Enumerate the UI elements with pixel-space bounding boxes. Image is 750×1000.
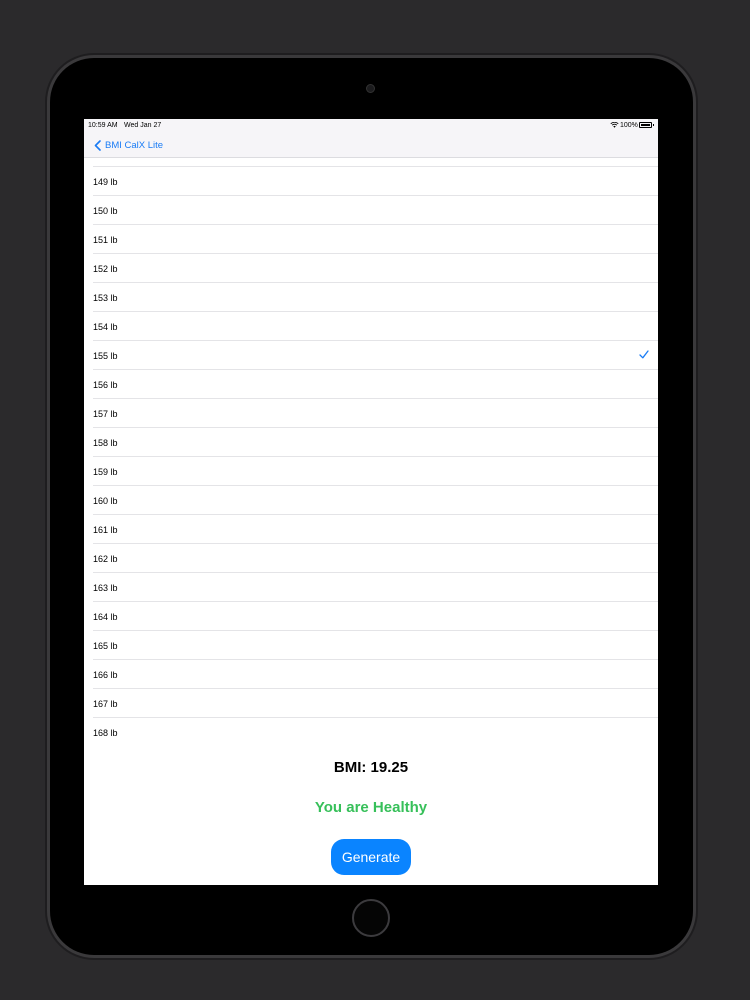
weight-row-label: 157 lb [93,409,118,419]
weight-row-label: 162 lb [93,554,118,564]
battery-percent: 100% [620,122,638,129]
weight-row[interactable]: 164 lb [93,602,658,631]
back-button[interactable]: BMI CalX Lite [94,137,163,153]
weight-row[interactable]: 152 lb [93,254,658,283]
weight-row-label: 152 lb [93,264,118,274]
weight-row[interactable]: 159 lb [93,457,658,486]
weight-row[interactable]: 154 lb [93,312,658,341]
weight-row[interactable]: 168 lb [93,718,658,744]
bmi-value: BMI: 19.25 [333,759,409,776]
weight-row-label: 158 lb [93,438,118,448]
weight-row-label: 168 lb [93,728,118,738]
front-camera [366,84,375,93]
weight-row[interactable]: 151 lb [93,225,658,254]
navigation-bar: BMI CalX Lite [84,132,658,158]
weight-row-label: 163 lb [93,583,118,593]
weight-row-label: 166 lb [93,670,118,680]
weight-list-content: 148 lb 149 lb 150 lb 151 lb 152 lb 153 lb 154 … [84,158,658,744]
home-button[interactable] [352,899,390,937]
weight-row-label: 159 lb [93,467,118,477]
weight-row-label: 161 lb [93,525,118,535]
weight-row[interactable]: 158 lb [93,428,658,457]
app-screen: 10:59 AM Wed Jan 27 100% BMI CalX Lite 1… [84,119,658,885]
weight-row-label: 160 lb [93,496,118,506]
weight-row[interactable]: 150 lb [93,196,658,225]
weight-row[interactable]: 157 lb [93,399,658,428]
chevron-left-icon [94,139,101,151]
weight-row-label: 164 lb [93,612,118,622]
weight-row-label: 155 lb [93,351,118,361]
weight-row-label: 165 lb [93,641,118,651]
battery-icon [639,122,654,128]
health-status: You are Healthy [314,799,428,816]
status-bar: 10:59 AM Wed Jan 27 100% [84,119,658,132]
battery-level [641,124,650,126]
back-button-label: BMI CalX Lite [105,139,164,151]
weight-row[interactable]: 167 lb [93,689,658,718]
weight-row-label: 154 lb [93,322,118,332]
weight-row-label: 149 lb [93,177,118,187]
weight-row[interactable]: 156 lb [93,370,658,399]
weight-row[interactable]: 165 lb [93,631,658,660]
status-date: Wed Jan 27 [124,122,162,129]
weight-row[interactable]: 153 lb [93,283,658,312]
wifi-icon [610,122,619,128]
weight-row[interactable]: 155 lb [93,341,658,370]
checkmark-icon [639,350,649,359]
weight-row-label: 150 lb [93,206,118,216]
weight-row[interactable]: 162 lb [93,544,658,573]
status-time: 10:59 AM [88,122,118,129]
generate-button[interactable]: Generate [331,839,411,875]
weight-row-label: 156 lb [93,380,118,390]
weight-row[interactable]: 160 lb [93,486,658,515]
weight-row[interactable]: 148 lb [93,158,658,167]
weight-row[interactable]: 161 lb [93,515,658,544]
weight-row-label: 151 lb [93,235,118,245]
weight-row[interactable]: 163 lb [93,573,658,602]
weight-row-label: 153 lb [93,293,118,303]
weight-row-label: 167 lb [93,699,118,709]
weight-row[interactable]: 149 lb [93,167,658,196]
weight-row[interactable]: 166 lb [93,660,658,689]
weight-list[interactable]: 148 lb 149 lb 150 lb 151 lb 152 lb 153 lb 154 … [84,158,658,744]
